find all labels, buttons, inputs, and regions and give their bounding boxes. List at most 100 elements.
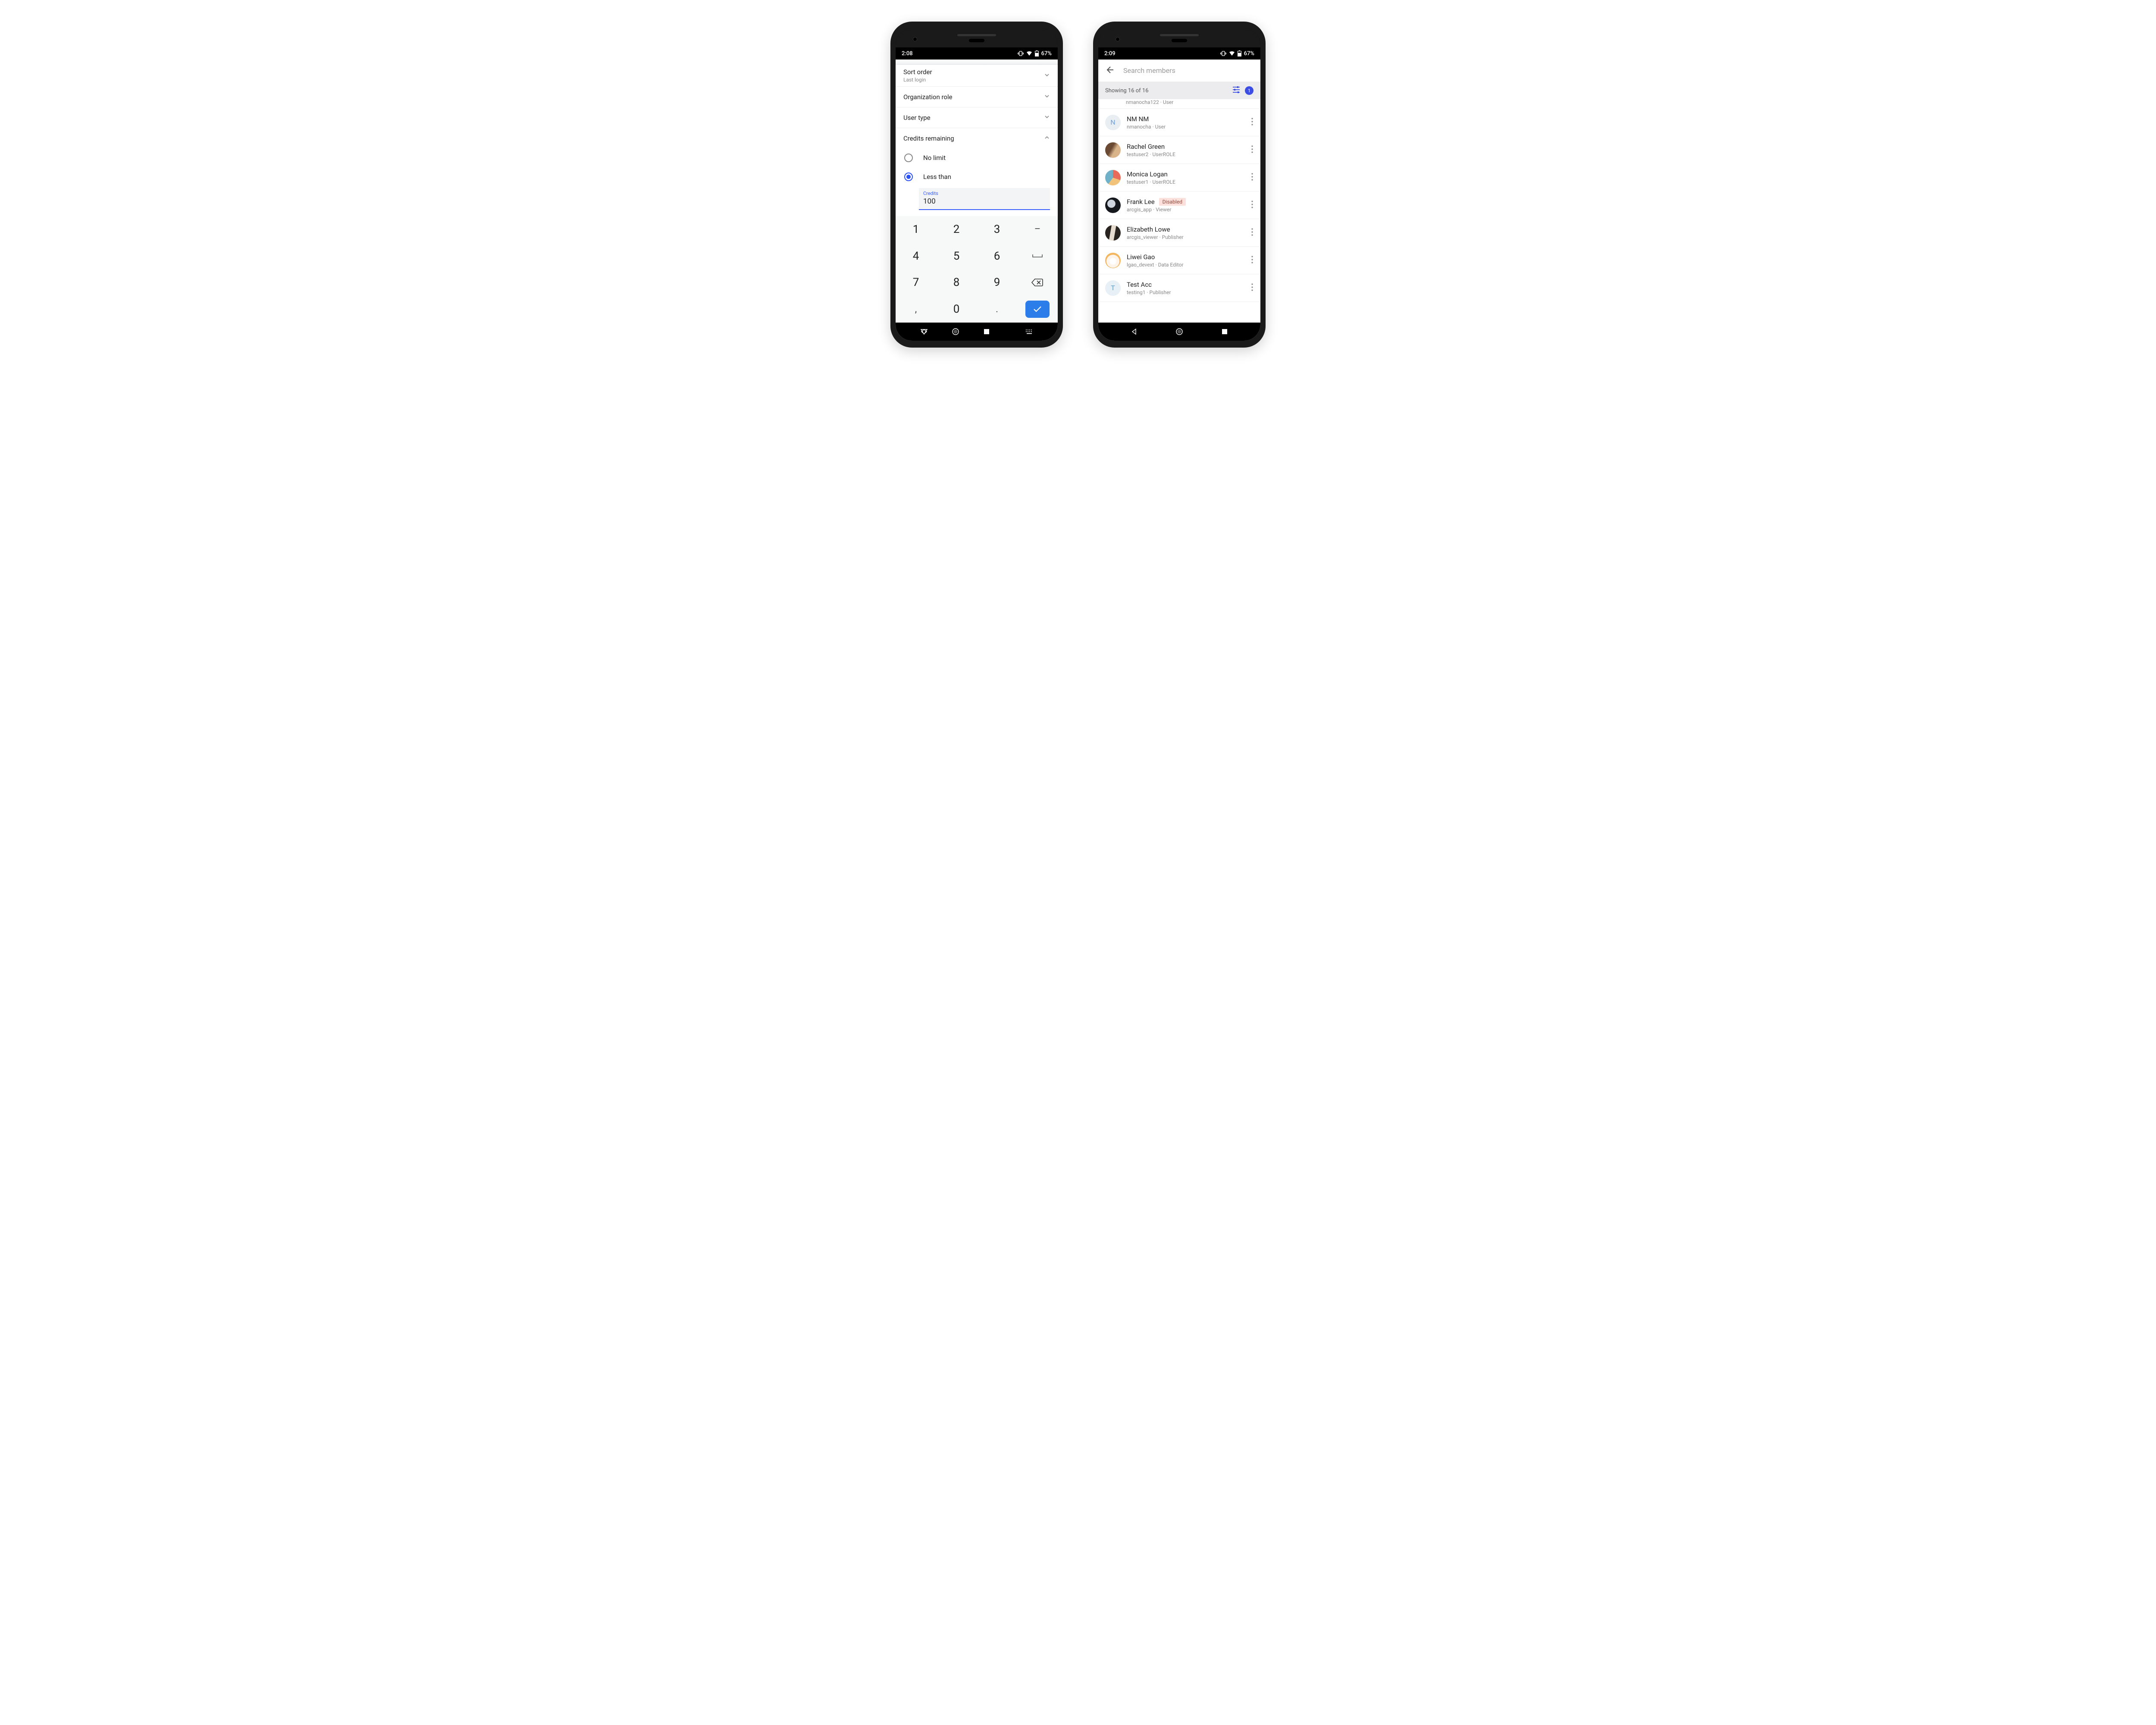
radio-no-limit[interactable]: No limit	[896, 148, 1058, 167]
more-icon[interactable]	[1249, 171, 1255, 185]
member-list[interactable]: nmanocha122 · User NNM NMnmanocha · User…	[1098, 99, 1260, 323]
numeric-keypad: 1 2 3 – 4 5 6 7 8 9 ,	[896, 216, 1058, 323]
member-name: NM NM	[1127, 115, 1149, 123]
key-9[interactable]: 9	[977, 270, 1017, 296]
back-arrow-icon[interactable]	[1105, 65, 1115, 76]
list-item[interactable]: Rachel Greentestuser2 · UserROLE	[1098, 136, 1260, 164]
member-name: Monica Logan	[1127, 170, 1168, 178]
org-role-label: Organization role	[903, 93, 953, 101]
phone-frame: 2:09 67%	[1098, 28, 1260, 341]
result-summary-bar: Showing 16 of 16 1	[1098, 82, 1260, 99]
key-3[interactable]: 3	[977, 216, 1017, 243]
member-sub: testuser1 · UserROLE	[1127, 179, 1243, 185]
key-confirm[interactable]	[1017, 296, 1058, 323]
member-info: Rachel Greentestuser2 · UserROLE	[1127, 143, 1243, 157]
key-backspace[interactable]	[1017, 270, 1058, 296]
filter-user-type[interactable]: User type	[896, 107, 1058, 128]
wifi-icon	[1229, 51, 1235, 56]
nav-keyboard-switch-icon[interactable]	[1025, 327, 1034, 336]
more-icon[interactable]	[1249, 254, 1255, 267]
key-1[interactable]: 1	[896, 216, 936, 243]
credits-input-caption: Credits	[923, 191, 1046, 196]
credits-remaining-label: Credits remaining	[903, 135, 954, 142]
battery-icon	[1035, 50, 1039, 56]
nav-recent-button[interactable]	[982, 327, 991, 336]
key-comma[interactable]: ,	[896, 296, 936, 323]
key-5[interactable]: 5	[936, 243, 977, 270]
more-icon[interactable]	[1249, 116, 1255, 129]
status-bar: 2:09 67%	[1098, 47, 1260, 60]
nav-back-button[interactable]	[1130, 327, 1138, 336]
credits-input-value: 100	[923, 197, 1046, 206]
battery-label: 67%	[1041, 50, 1052, 57]
wifi-icon	[1026, 51, 1032, 56]
filter-icon[interactable]	[1232, 86, 1241, 95]
key-dot[interactable]: .	[977, 296, 1017, 323]
key-dash[interactable]: –	[1017, 216, 1058, 243]
key-space[interactable]	[1017, 243, 1058, 270]
member-name: Rachel Green	[1127, 143, 1165, 151]
screen-right: 2:09 67%	[1098, 47, 1260, 341]
list-item[interactable]: N NM NMnmanocha · User	[1098, 109, 1260, 136]
credits-input[interactable]: Credits 100	[919, 188, 1050, 210]
camera-dot-icon	[1116, 37, 1120, 41]
status-badge: Disabled	[1159, 198, 1186, 206]
list-item[interactable]: Elizabeth Lowearcgis_viewer · Publisher	[1098, 219, 1260, 247]
filter-org-role[interactable]: Organization role	[896, 87, 1058, 107]
member-sub: testing1 · Publisher	[1127, 289, 1243, 295]
key-4[interactable]: 4	[896, 243, 936, 270]
avatar	[1105, 225, 1121, 241]
search-header: Search members	[1098, 60, 1260, 82]
search-input[interactable]: Search members	[1123, 66, 1175, 75]
nav-recent-button[interactable]	[1220, 327, 1229, 336]
member-name: Frank Lee	[1127, 198, 1155, 206]
chevron-down-icon	[1044, 93, 1050, 101]
list-item[interactable]: Liwei Gaolgao_devext · Data Editor	[1098, 247, 1260, 274]
avatar	[1105, 142, 1121, 158]
list-item[interactable]: Frank LeeDisabledarcgis_app · Viewer	[1098, 191, 1260, 219]
user-type-label: User type	[903, 114, 931, 122]
filter-credits-remaining[interactable]: Credits remaining	[896, 128, 1058, 148]
list-item[interactable]: T Test Acctesting1 · Publisher	[1098, 274, 1260, 302]
member-info: NM NMnmanocha · User	[1127, 115, 1243, 130]
member-info: Test Acctesting1 · Publisher	[1127, 281, 1243, 295]
chevron-up-icon	[1044, 134, 1050, 142]
member-name: Test Acc	[1127, 281, 1152, 289]
more-icon[interactable]	[1249, 226, 1255, 240]
clock-label: 2:09	[1104, 50, 1116, 57]
more-icon[interactable]	[1249, 198, 1255, 212]
radio-less-than[interactable]: Less than	[896, 167, 1058, 186]
key-8[interactable]: 8	[936, 270, 977, 296]
earpiece	[896, 28, 1058, 47]
member-info: Monica Logantestuser1 · UserROLE	[1127, 170, 1243, 185]
filter-sort-order[interactable]: Sort order Last login	[896, 65, 1058, 87]
battery-icon	[1238, 50, 1241, 56]
member-sub: nmanocha · User	[1127, 124, 1243, 130]
radio-less-than-label: Less than	[923, 173, 951, 181]
more-icon[interactable]	[1249, 143, 1255, 157]
nav-home-button[interactable]	[951, 327, 960, 336]
radio-no-limit-label: No limit	[923, 154, 946, 162]
nav-back-button[interactable]	[920, 327, 928, 336]
android-nav-bar	[896, 323, 1058, 341]
android-nav-bar	[1098, 323, 1260, 341]
member-info: Elizabeth Lowearcgis_viewer · Publisher	[1127, 226, 1243, 240]
avatar: T	[1105, 280, 1121, 296]
more-icon[interactable]	[1249, 281, 1255, 295]
status-bar: 2:08 67%	[896, 47, 1058, 60]
result-count-label: Showing 16 of 16	[1105, 88, 1149, 94]
list-item[interactable]: Monica Logantestuser1 · UserROLE	[1098, 164, 1260, 191]
key-7[interactable]: 7	[896, 270, 936, 296]
chevron-down-icon	[1044, 113, 1050, 122]
avatar	[1105, 253, 1121, 268]
vibrate-icon	[1220, 51, 1226, 56]
camera-dot-icon	[913, 37, 917, 41]
key-2[interactable]: 2	[936, 216, 977, 243]
avatar	[1105, 198, 1121, 213]
avatar: N	[1105, 115, 1121, 130]
key-0[interactable]: 0	[936, 296, 977, 323]
avatar	[1105, 170, 1121, 185]
member-name: Elizabeth Lowe	[1127, 226, 1170, 233]
key-6[interactable]: 6	[977, 243, 1017, 270]
nav-home-button[interactable]	[1175, 327, 1184, 336]
